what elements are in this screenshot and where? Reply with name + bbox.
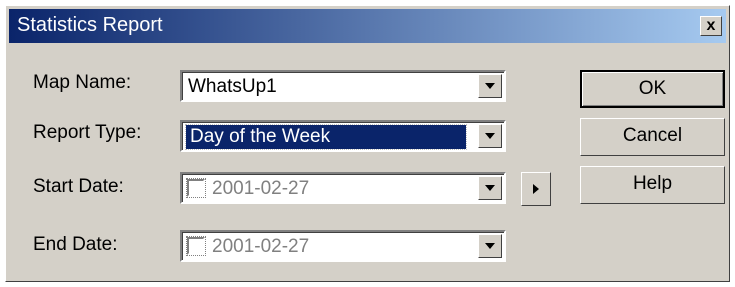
report-type-value: Day of the Week <box>185 124 467 150</box>
end-date-checkbox[interactable] <box>186 236 206 256</box>
report-type-combo[interactable]: Day of the Week <box>180 120 506 152</box>
start-date-picker[interactable]: 2001-02-27 <box>180 172 506 204</box>
cancel-button[interactable]: Cancel <box>580 118 725 156</box>
start-date-value: 2001-02-27 <box>212 178 310 199</box>
chevron-right-icon[interactable] <box>521 172 551 206</box>
map-name-combo[interactable]: WhatsUp1 <box>180 70 506 102</box>
chevron-down-icon[interactable] <box>478 74 502 98</box>
chevron-down-icon[interactable] <box>478 124 502 148</box>
map-name-value: WhatsUp1 <box>188 76 277 97</box>
chevron-down-icon[interactable] <box>478 234 502 258</box>
close-icon: x <box>706 17 716 34</box>
ok-button[interactable]: OK <box>580 70 725 108</box>
chevron-down-icon[interactable] <box>478 176 502 200</box>
start-date-label: Start Date: <box>33 176 124 197</box>
statistics-report-dialog: Statistics Report x Map Name: WhatsUp1 R… <box>5 5 730 282</box>
close-button[interactable]: x <box>700 16 722 36</box>
end-date-value: 2001-02-27 <box>212 236 310 257</box>
help-button[interactable]: Help <box>580 166 725 204</box>
map-name-label: Map Name: <box>33 72 132 93</box>
title-bar[interactable]: Statistics Report x <box>9 9 726 43</box>
end-date-picker[interactable]: 2001-02-27 <box>180 230 506 262</box>
end-date-label: End Date: <box>33 234 118 255</box>
start-date-checkbox[interactable] <box>186 178 206 198</box>
window-title: Statistics Report <box>17 14 163 36</box>
report-type-label: Report Type: <box>33 122 142 143</box>
